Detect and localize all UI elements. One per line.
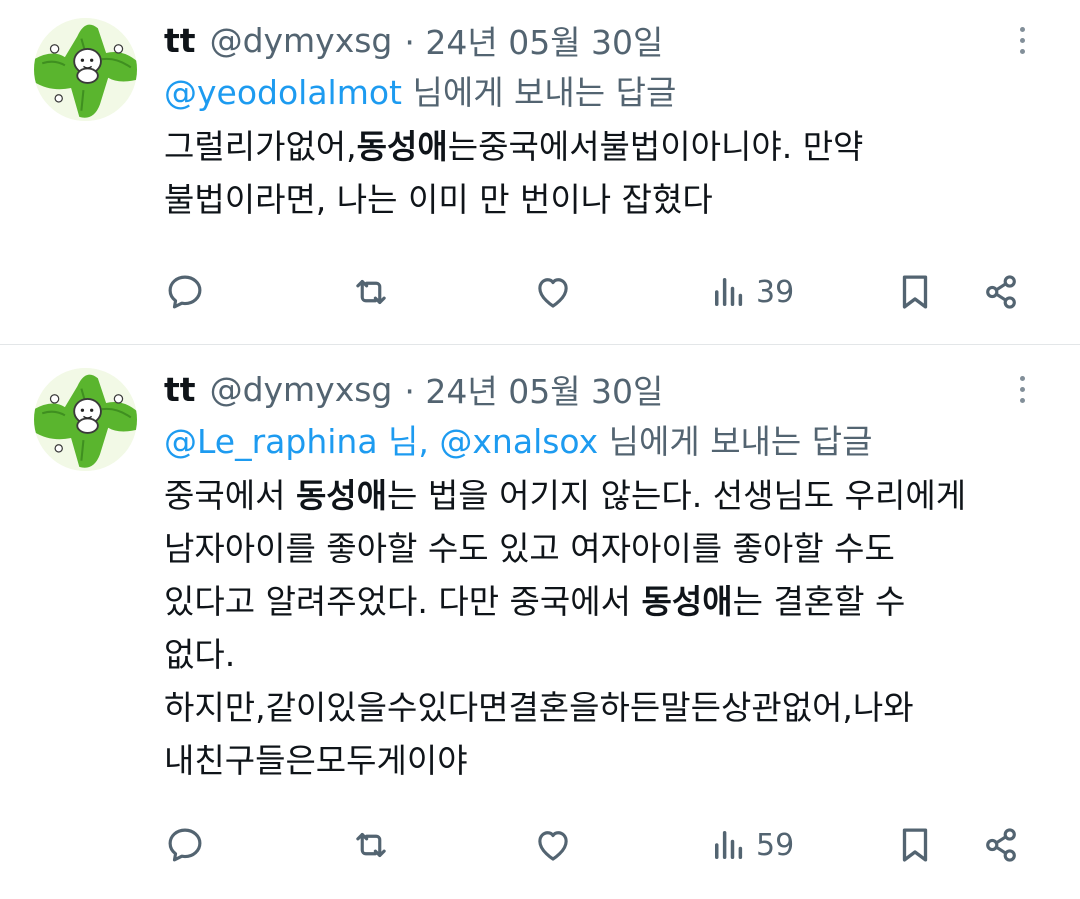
mention-link[interactable]: @yeodolalmot <box>164 73 402 112</box>
tweet-text: 그럴리가없어,동성애는중국에서불법이아니야. 만약 불법이라면, 나는 이미 만… <box>164 127 864 219</box>
timestamp[interactable]: · 24년 05월 30일 <box>404 365 663 413</box>
mention-link[interactable]: @xnalsox <box>439 422 598 461</box>
retweet-icon <box>356 832 386 858</box>
more-icon[interactable] <box>1004 14 1040 66</box>
retweet-button[interactable] <box>350 262 392 322</box>
action-bar: 39 <box>164 262 1040 322</box>
heart-icon <box>538 831 568 861</box>
bold-text: 동성애 <box>356 127 448 166</box>
bold-text: 동성애 <box>641 582 733 621</box>
replying-suffix: 님에게 보내는 답글 <box>402 73 677 112</box>
more-icon[interactable] <box>1004 363 1040 415</box>
views-button[interactable]: 59 <box>708 815 794 875</box>
tweet-text: 중국에서 동성애는 법을 어기지 않는다. 선생님도 우리에게 남자아이를 좋아… <box>164 476 967 780</box>
tweet[interactable]: tt @dymyxsg · 24년 05월 30일 @Le_raphina 님,… <box>0 345 1080 899</box>
like-button[interactable] <box>532 262 574 322</box>
handle[interactable]: @dymyxsg <box>210 21 393 60</box>
heart-icon <box>538 278 568 308</box>
views-button[interactable]: 39 <box>708 262 794 322</box>
bookmark-button[interactable] <box>894 262 936 322</box>
timestamp[interactable]: · 24년 05월 30일 <box>404 16 663 64</box>
display-name[interactable]: tt <box>164 370 196 409</box>
action-bar: 59 <box>164 815 1040 875</box>
avatar[interactable] <box>34 18 137 121</box>
share-button[interactable] <box>980 262 1022 322</box>
tweet-header: tt @dymyxsg · 24년 05월 30일 <box>164 14 1040 66</box>
retweet-icon <box>356 279 386 305</box>
bar-chart-icon <box>715 831 743 859</box>
bar-chart-icon <box>715 278 743 306</box>
share-button[interactable] <box>980 815 1022 875</box>
mention-link[interactable]: @Le_raphina 님, <box>164 422 429 461</box>
tweet[interactable]: tt @dymyxsg · 24년 05월 30일 @yeodolalmot 님… <box>0 0 1080 345</box>
handle[interactable]: @dymyxsg <box>210 370 393 409</box>
views-count: 59 <box>756 827 795 863</box>
bookmark-button[interactable] <box>894 815 936 875</box>
reply-button[interactable] <box>164 815 206 875</box>
like-button[interactable] <box>532 815 574 875</box>
display-name[interactable]: tt <box>164 21 196 60</box>
bold-text: 동성애 <box>295 476 388 515</box>
avatar[interactable] <box>34 368 137 471</box>
replying-to: @yeodolalmot 님에게 보내는 답글 <box>164 66 1040 120</box>
share-icon <box>986 275 1016 309</box>
retweet-button[interactable] <box>350 815 392 875</box>
share-icon <box>986 828 1016 862</box>
replying-to: @Le_raphina 님, @xnalsox 님에게 보내는 답글 <box>164 415 1040 469</box>
reply-icon <box>168 275 202 309</box>
tweet-header: tt @dymyxsg · 24년 05월 30일 <box>164 363 1040 415</box>
replying-suffix: 님에게 보내는 답글 <box>598 422 873 461</box>
views-count: 39 <box>756 274 795 310</box>
reply-icon <box>168 828 202 862</box>
bookmark-icon <box>902 275 928 309</box>
bookmark-icon <box>902 828 928 862</box>
reply-button[interactable] <box>164 262 206 322</box>
